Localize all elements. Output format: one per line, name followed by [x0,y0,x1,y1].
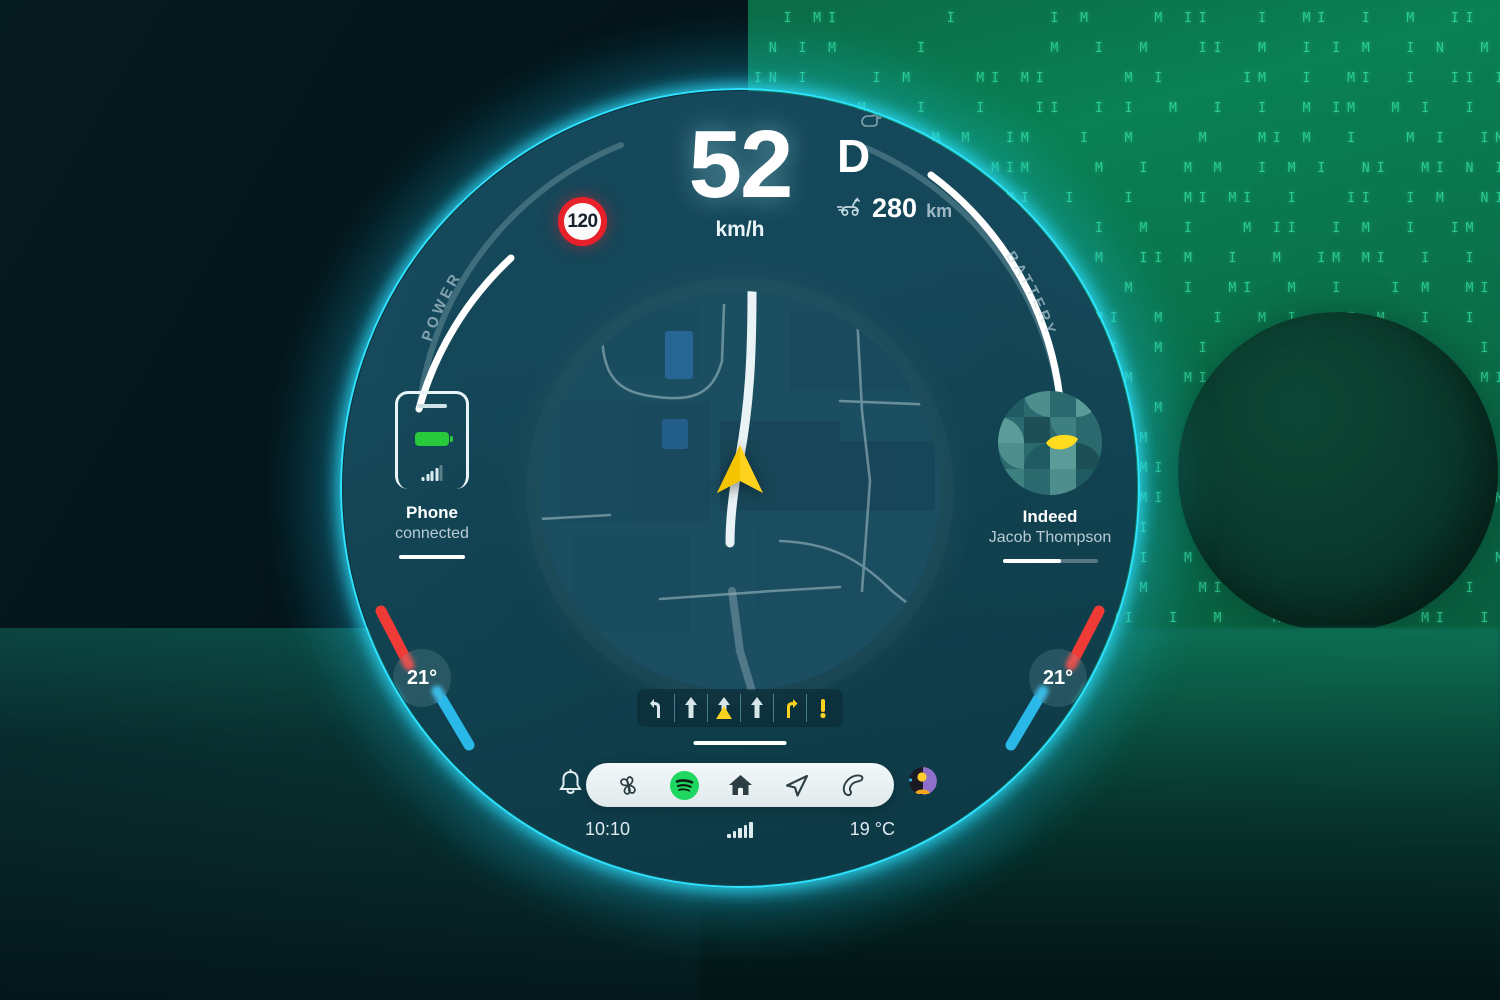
climate-right[interactable]: 21° [985,603,1115,753]
taskbar-item-phone[interactable] [824,763,880,807]
app-taskbar[interactable] [586,763,894,807]
gear-indicator: D [837,130,871,182]
lane-turn-left [641,694,674,722]
user-avatar[interactable] [909,767,937,795]
service-wrench-icon [861,111,883,127]
status-time: 10:10 [585,819,631,839]
spotify-icon [669,770,699,800]
range-readout: 280 km [837,193,1027,224]
media-artist: Jacob Thompson [988,529,1112,546]
instrument-cluster: POWER BATTERY 52 km/h 120 D 280 km Phone… [286,34,1194,942]
cluster-dial-face: POWER BATTERY 52 km/h 120 D 280 km Phone… [343,91,1137,885]
navigation-icon [785,774,808,797]
climate-left[interactable]: 21° [365,603,495,753]
bell-icon [559,769,582,794]
phone-widget-title: Phone [406,503,458,522]
status-bar: 10:10 19 °C [585,819,895,840]
range-value: 280 [872,193,918,223]
battery-gauge-label: BATTERY [1002,248,1060,339]
status-temperature: 19 °C [849,819,895,839]
phone-notch [417,404,447,408]
dark-sphere-prop [1178,312,1498,632]
phone-battery-icon [415,432,453,446]
media-track-title: Indeed [1022,507,1078,526]
taskbar-item-climate[interactable] [600,763,656,807]
speed-limit-value: 120 [567,210,598,232]
lane-turn-right-active [773,694,806,722]
media-progress-bar[interactable] [1002,559,1098,563]
lane-straight-active [707,694,740,722]
phone-handset-icon [842,774,863,796]
status-signal-icon [727,821,753,838]
phone-device-icon [395,391,469,489]
phone-widget-status: connected [395,525,469,542]
home-icon [728,775,752,795]
ev-range-icon [837,197,860,216]
power-gauge-label: POWER [419,269,466,344]
album-art [998,391,1102,495]
gear-range-block: D 280 km [837,111,1027,224]
lane-guidance-strip [637,689,843,727]
phone-signal-icon [421,465,443,481]
speed-limit-sign: 120 [558,197,607,246]
range-unit: km [926,201,953,221]
lane-bar-active [806,694,839,722]
climate-left-value[interactable]: 21° [393,649,451,707]
fan-icon [619,775,636,795]
media-widget[interactable]: Indeed Jacob Thompson [955,391,1137,563]
avatar-icon [909,767,937,795]
taskbar-item-spotify[interactable] [656,763,712,807]
notifications-bell-button[interactable] [558,769,583,802]
phone-widget-underline [399,555,465,559]
lane-straight-2 [740,694,773,722]
map-progress-bar [693,741,787,745]
phone-widget[interactable]: Phone connected [343,391,527,559]
taskbar-item-navigation[interactable] [768,763,824,807]
lane-straight-1 [674,694,707,722]
taskbar-item-home[interactable] [712,763,768,807]
climate-right-value[interactable]: 21° [1029,649,1087,707]
vehicle-position-arrow [717,445,763,493]
